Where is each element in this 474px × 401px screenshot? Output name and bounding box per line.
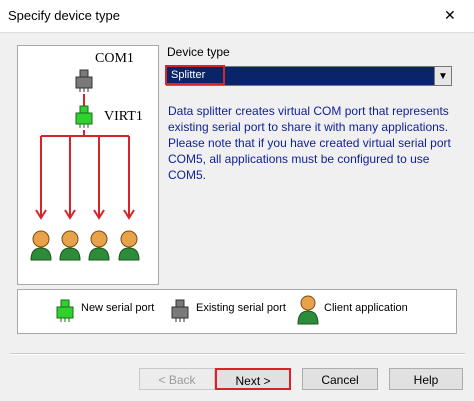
dropdown-button[interactable]: ▼: [434, 67, 451, 85]
legend-panel: New serial port Existing serial port Cli…: [17, 289, 457, 334]
new-port-icon: [75, 105, 93, 128]
legend-new-port: New serial port: [81, 302, 155, 314]
window-title: Specify device type: [8, 8, 121, 23]
back-button[interactable]: < Back: [139, 368, 215, 390]
legend-existing-port: Existing serial port: [196, 302, 286, 314]
help-button[interactable]: Help: [389, 368, 463, 390]
chevron-down-icon: ▼: [438, 71, 448, 82]
device-type-select[interactable]: Splitter ▼: [165, 65, 452, 86]
client-icon: [59, 230, 81, 261]
selection-highlight: [165, 65, 225, 85]
new-port-icon: [56, 299, 74, 322]
next-button[interactable]: Next >: [215, 368, 291, 390]
existing-port-icon: [75, 69, 93, 92]
close-icon[interactable]: ✕: [444, 7, 456, 24]
divider: [10, 353, 465, 355]
splitter-diagram: COM1 VIRT1: [17, 45, 159, 285]
existing-port-icon: [171, 299, 189, 322]
client-icon: [118, 230, 140, 261]
cancel-button[interactable]: Cancel: [302, 368, 378, 390]
title-bar: Specify device type ✕: [0, 0, 474, 33]
legend-client: Client application: [324, 302, 408, 314]
diagram-graphics: [30, 69, 140, 261]
description-text: Data splitter creates virtual COM port t…: [168, 104, 451, 182]
client-icon: [30, 230, 52, 261]
client-icon: [88, 230, 110, 261]
client-icon: [297, 295, 319, 325]
device-type-label: Device type: [167, 45, 230, 59]
split-arrows: [35, 130, 135, 220]
